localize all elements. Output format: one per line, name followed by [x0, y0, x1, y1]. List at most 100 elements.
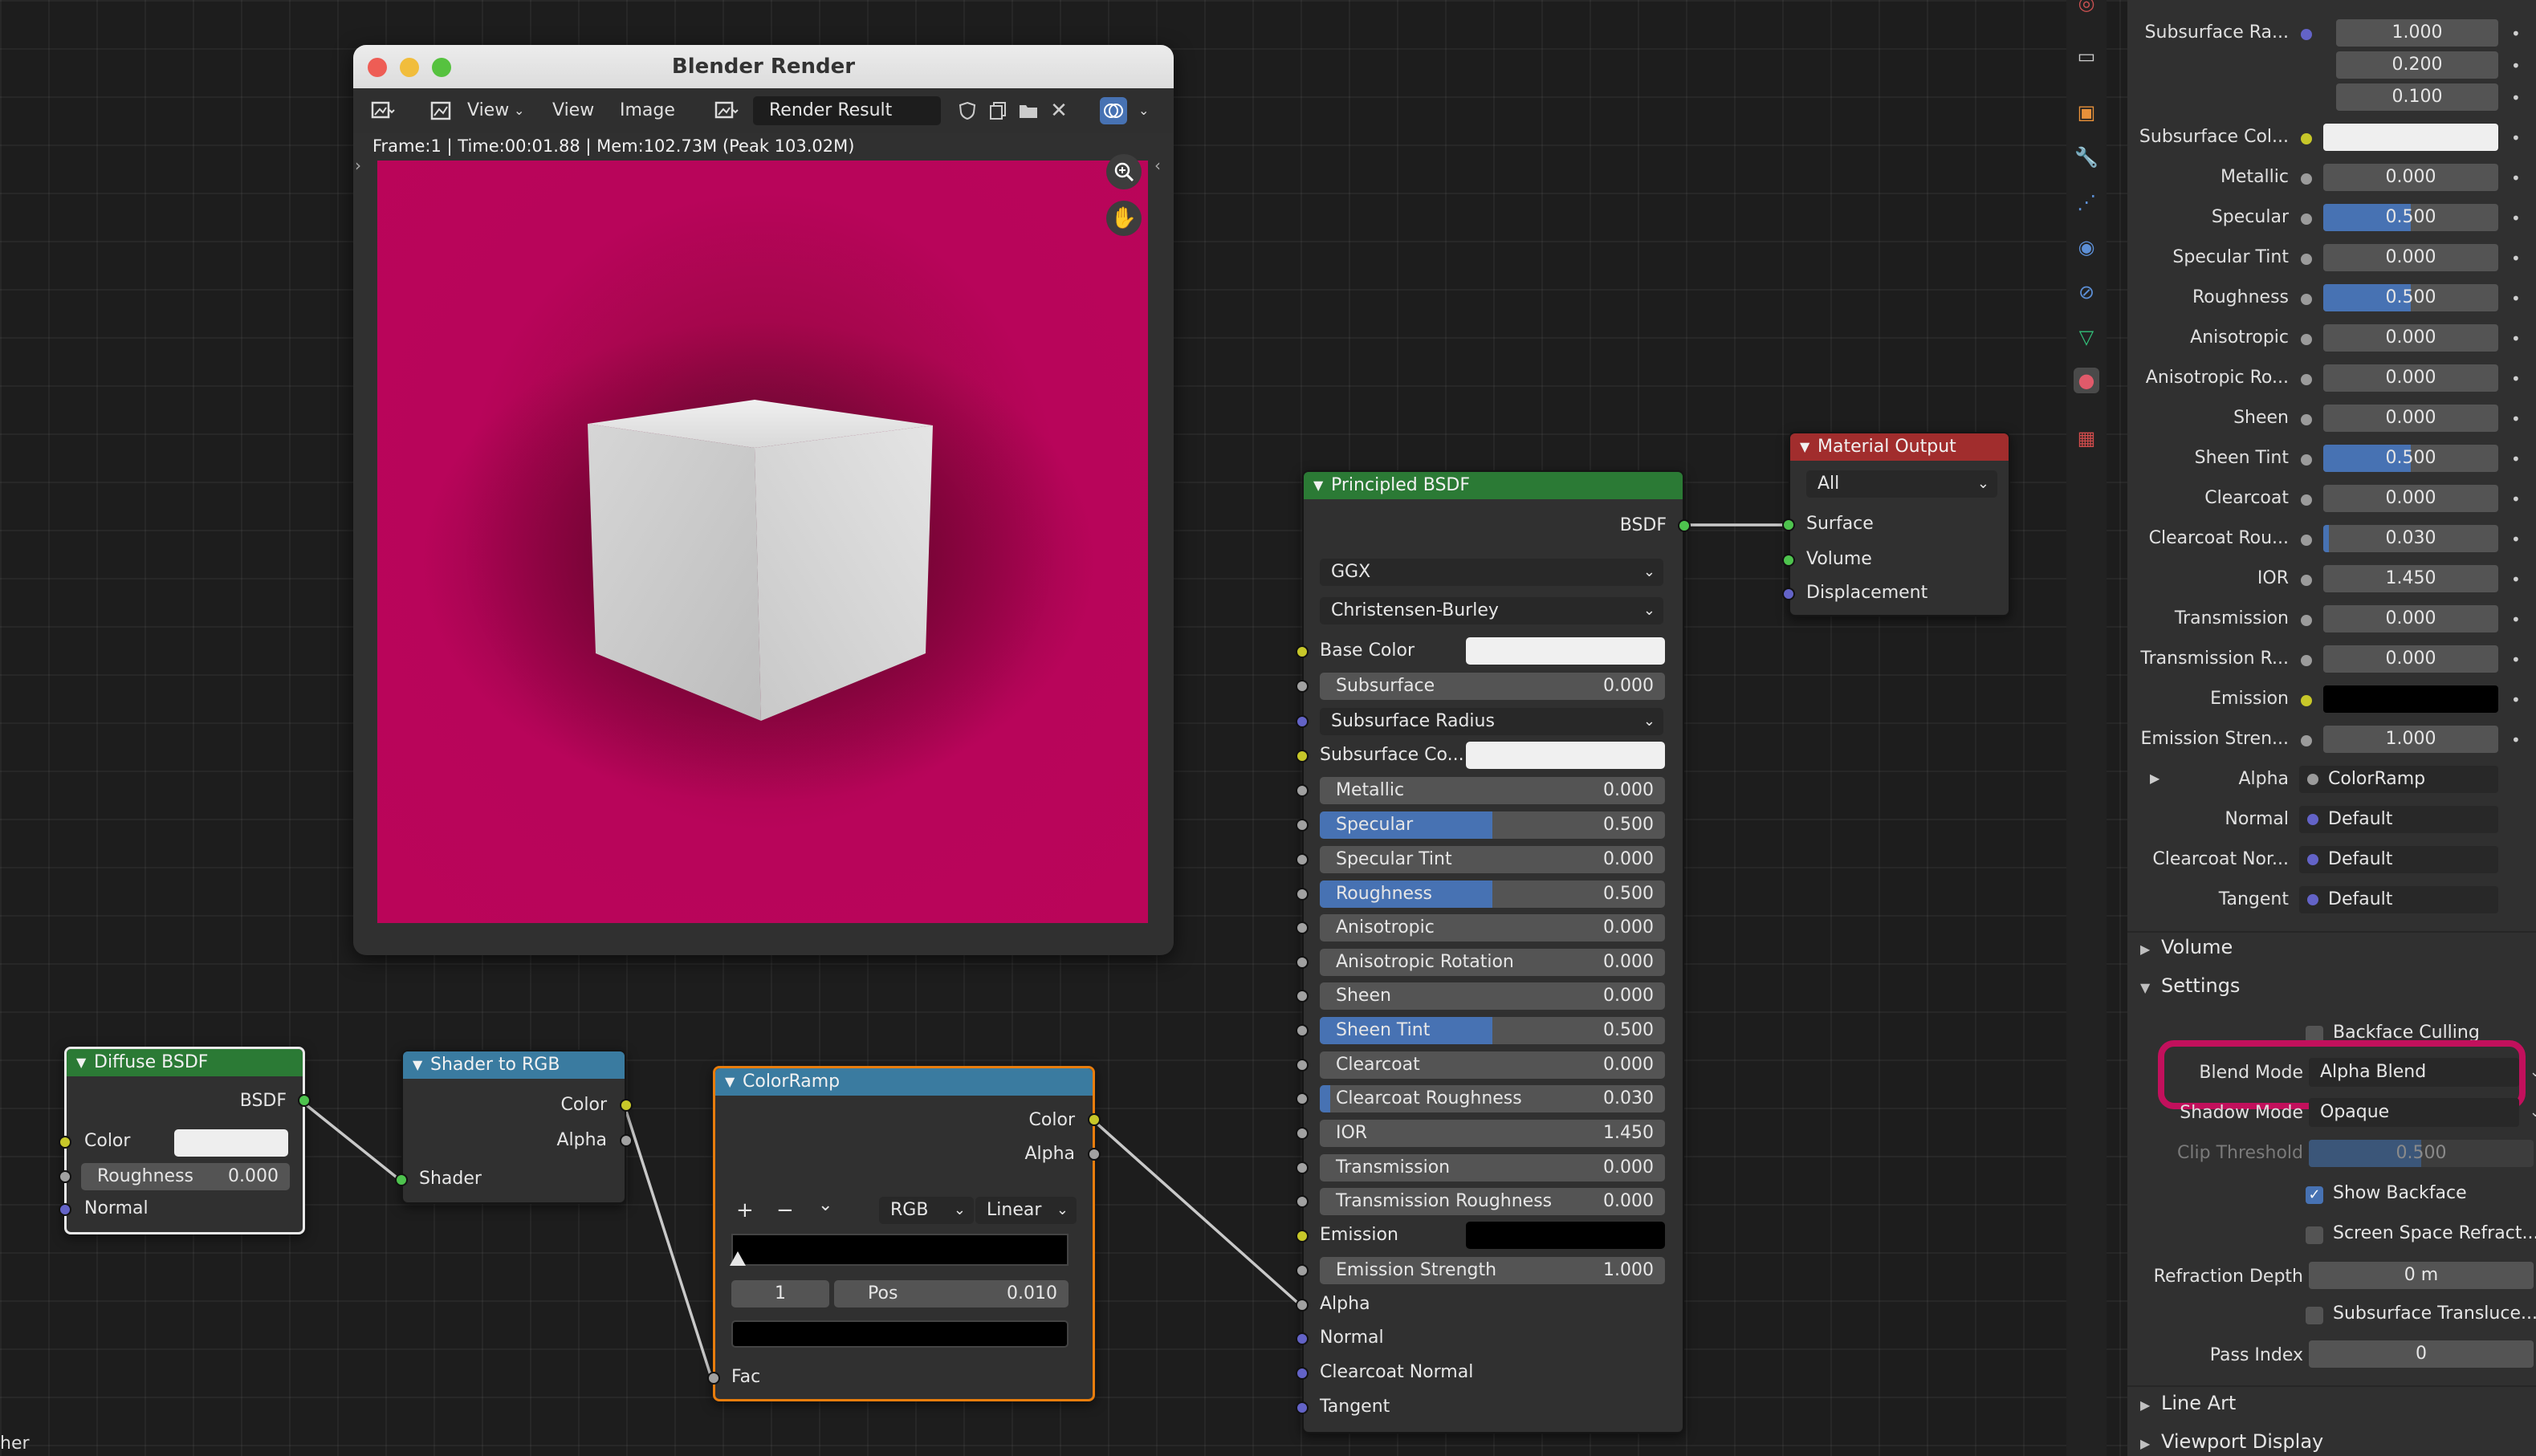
transmission-roughness-field[interactable]: Transmission Roughness 0.000	[1320, 1188, 1665, 1215]
emission-color-swatch[interactable]	[2323, 685, 2498, 713]
collapse-triangle-icon[interactable]: ▼	[413, 1051, 422, 1079]
sheen-tint-field[interactable]: Sheen Tint 0.500	[1320, 1017, 1665, 1044]
remove-stop-button[interactable]: −	[776, 1198, 794, 1222]
normal-socket[interactable]	[1296, 1332, 1309, 1345]
clearcoat-roughness-socket[interactable]	[1296, 1092, 1309, 1105]
keyframe-dot-icon[interactable]: •	[2511, 570, 2521, 589]
principled-bsdf-header[interactable]: ▼ Principled BSDF	[1304, 472, 1683, 499]
diffuse-bsdf-header[interactable]: ▼ Diffuse BSDF	[67, 1049, 303, 1076]
viewport-display-section-header[interactable]: ▶ Viewport Display	[2140, 1430, 2323, 1453]
clearcoat-socket[interactable]	[1296, 1059, 1309, 1072]
color-swatch[interactable]	[174, 1129, 288, 1157]
keyframe-dot-icon[interactable]: •	[2511, 128, 2521, 148]
surface-socket[interactable]	[1782, 519, 1795, 531]
collapse-triangle-icon[interactable]: ▼	[725, 1068, 735, 1096]
ior-field[interactable]: 1.450	[2323, 565, 2498, 592]
transmission-roughness-socket[interactable]	[1296, 1195, 1309, 1208]
prop-socket-dot[interactable]	[2301, 294, 2312, 305]
prop-socket-dot[interactable]	[2301, 414, 2312, 425]
keyframe-dot-icon[interactable]: •	[2511, 490, 2521, 509]
color-ramp-header[interactable]: ▼ ColorRamp	[715, 1068, 1093, 1096]
texture-icon[interactable]: ▦	[2074, 425, 2099, 451]
keyframe-dot-icon[interactable]: •	[2511, 650, 2521, 669]
keyframe-dot-icon[interactable]: •	[2511, 409, 2521, 429]
prop-socket-dot[interactable]	[2301, 695, 2312, 706]
screen-space-refraction-checkbox[interactable]	[2306, 1226, 2323, 1244]
diffuse-bsdf-node[interactable]: ▼ Diffuse BSDF BSDF Color Roughness 0.00…	[59, 1047, 311, 1234]
emission-color-swatch[interactable]	[1466, 1222, 1665, 1249]
transmission-field[interactable]: Transmission 0.000	[1320, 1154, 1665, 1181]
collapse-triangle-icon[interactable]: ▼	[1313, 472, 1323, 499]
subsurface-color-swatch[interactable]	[1466, 742, 1665, 769]
roughness-socket[interactable]	[59, 1170, 71, 1183]
keyframe-dot-icon[interactable]: •	[2511, 209, 2521, 228]
keyframe-dot-icon[interactable]: •	[2511, 610, 2521, 629]
particles-icon[interactable]: ⋰	[2074, 189, 2099, 215]
material-icon[interactable]: ●	[2074, 368, 2099, 393]
prop-socket-dot[interactable]	[2301, 735, 2312, 746]
keyframe-dot-icon[interactable]: •	[2511, 88, 2521, 108]
specular-socket[interactable]	[1296, 819, 1309, 832]
metallic-socket[interactable]	[1296, 784, 1309, 797]
input-shader-socket[interactable]	[395, 1173, 408, 1186]
subsurface-radius-dot[interactable]	[2301, 29, 2312, 40]
output-alpha-socket[interactable]	[620, 1134, 633, 1147]
prop-socket-dot[interactable]	[2301, 374, 2312, 385]
emission-socket[interactable]	[1296, 1230, 1309, 1242]
constraints-icon[interactable]: ⊘	[2074, 279, 2099, 305]
alpha-link-field[interactable]: ColorRamp	[2299, 766, 2498, 793]
transmission-socket[interactable]	[1296, 1161, 1309, 1174]
pass-index-field[interactable]: 0	[2309, 1340, 2534, 1368]
subsurface-color-socket[interactable]	[1296, 750, 1309, 763]
sheen-tint-slider[interactable]: 0.500	[2323, 445, 2498, 472]
anisotropic-rotation-slider[interactable]: 0.000	[2323, 364, 2498, 392]
clearcoat-field[interactable]: Clearcoat 0.000	[1320, 1051, 1665, 1079]
keyframe-dot-icon[interactable]: •	[2511, 449, 2521, 469]
metallic-field[interactable]: Metallic 0.000	[1320, 777, 1665, 804]
expand-triangle-icon[interactable]: ▶	[2150, 771, 2159, 786]
keyframe-dot-icon[interactable]: •	[2511, 24, 2521, 43]
color-mode-dropdown[interactable]: RGB ⌄	[879, 1197, 974, 1224]
target-dropdown[interactable]: All ⌄	[1806, 470, 1997, 498]
keyframe-dot-icon[interactable]: •	[2511, 730, 2521, 750]
anisotropic-rotation-field[interactable]: Anisotropic Rotation 0.000	[1320, 949, 1665, 976]
material-output-node[interactable]: ▼ Material Output All ⌄ Surface Volume Di…	[1782, 432, 2010, 616]
anisotropic-slider[interactable]: 0.000	[2323, 324, 2498, 352]
specular-tint-socket[interactable]	[1296, 853, 1309, 866]
keyframe-dot-icon[interactable]: •	[2511, 369, 2521, 388]
mesh-data-icon[interactable]: ▽	[2074, 324, 2099, 350]
prop-socket-dot[interactable]	[2301, 334, 2312, 345]
line-art-section-header[interactable]: ▶ Line Art	[2140, 1392, 2236, 1414]
specular-tint-slider[interactable]: 0.000	[2323, 244, 2498, 271]
subsurface-color-swatch[interactable]	[2323, 124, 2498, 151]
add-stop-button[interactable]: +	[736, 1198, 754, 1222]
prop-socket-dot[interactable]	[2301, 254, 2312, 265]
metallic-slider[interactable]: 0.000	[2323, 164, 2498, 191]
clearcoat-roughness-slider[interactable]: 0.030	[2323, 525, 2498, 552]
prop-socket-dot[interactable]	[2301, 655, 2312, 666]
keyframe-dot-icon[interactable]: •	[2511, 329, 2521, 348]
clearcoat-normal-socket[interactable]	[1296, 1367, 1309, 1380]
tangent-link-field[interactable]: Default	[2299, 886, 2498, 913]
subsurface-radius-x[interactable]: 1.000	[2336, 19, 2498, 47]
volume-socket[interactable]	[1782, 554, 1795, 567]
stop-color-swatch[interactable]	[731, 1320, 1069, 1348]
sheen-field[interactable]: Sheen 0.000	[1320, 982, 1665, 1010]
material-output-header[interactable]: ▼ Material Output	[1790, 433, 2009, 461]
sheen-slider[interactable]: 0.000	[2323, 405, 2498, 432]
roughness-field[interactable]: Roughness 0.500	[1320, 881, 1665, 908]
subsurface-radius-y[interactable]: 0.200	[2336, 51, 2498, 79]
normal-link-field[interactable]: Default	[2299, 806, 2498, 833]
keyframe-dot-icon[interactable]: •	[2511, 56, 2521, 75]
input-fac-socket[interactable]	[707, 1372, 720, 1385]
distribution-dropdown[interactable]: GGX ⌄	[1320, 559, 1663, 586]
interpolation-dropdown[interactable]: Linear ⌄	[975, 1197, 1077, 1224]
prop-socket-dot[interactable]	[2301, 535, 2312, 546]
tangent-socket[interactable]	[1296, 1401, 1309, 1414]
anisotropic-rotation-socket[interactable]	[1296, 956, 1309, 969]
subsurface-radius-dropdown[interactable]: Subsurface Radius ⌄	[1320, 708, 1663, 735]
base-color-socket[interactable]	[1296, 645, 1309, 658]
output-bsdf-socket[interactable]	[298, 1094, 311, 1107]
keyframe-dot-icon[interactable]: •	[2511, 169, 2521, 188]
subsurface-socket[interactable]	[1296, 680, 1309, 693]
